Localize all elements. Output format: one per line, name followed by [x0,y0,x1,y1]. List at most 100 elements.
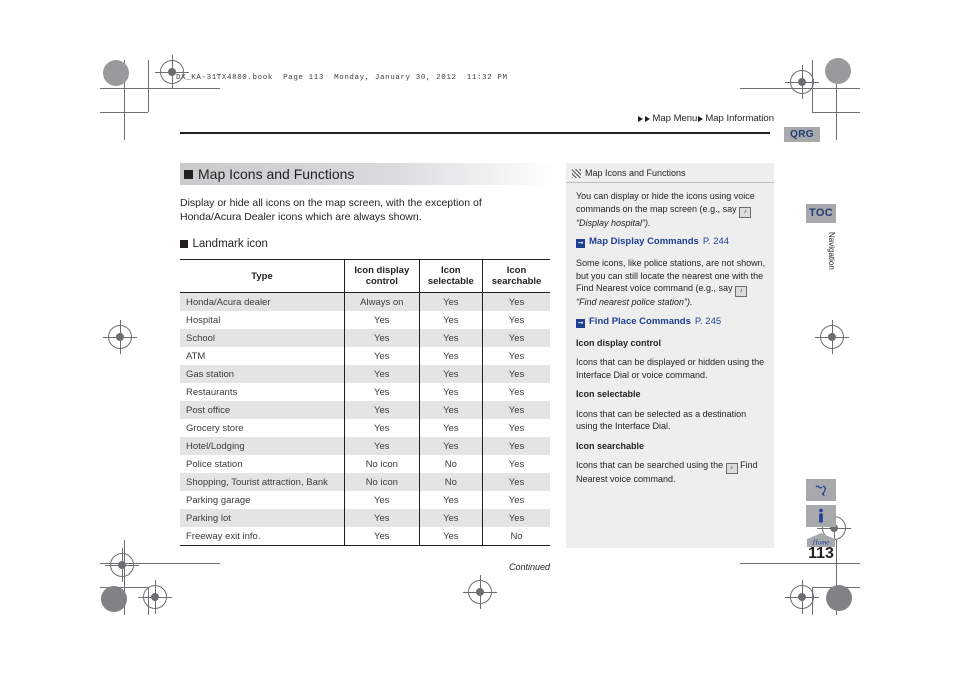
breadcrumb-item-map-information: Map Information [705,113,774,124]
square-bullet-icon [180,240,188,248]
link-page-ref: P. 245 [694,315,722,327]
column-header-type: Type [180,259,345,293]
subsection-heading-label: Landmark icon [192,238,268,250]
table-row: School Yes Yes Yes [180,329,550,347]
table-cell-value: Yes [508,386,525,398]
column-header-icon-display-control: Icon display control [344,259,420,293]
crop-mark-line [148,60,149,112]
table-cell-value: Yes [508,296,525,308]
table-cell-type: Freeway exit info. [180,527,345,546]
info-sidebar-title: Map Icons and Functions [585,168,686,178]
info-paragraph-1: You can display or hide the icons using … [576,190,766,229]
continued-label: Continued [508,562,550,572]
table-row: Hospital Yes Yes Yes [180,311,550,329]
crop-mark-line [100,88,220,89]
info-sidebar: Map Icons and Functions You can display … [566,163,774,548]
table-cell-value: Yes [508,368,525,380]
info-body-icon-selectable: Icons that can be selected as a destinat… [576,408,747,432]
voice-command-inline-icon: ♪ [739,206,752,218]
table-cell-type: Restaurants [180,383,345,401]
table-row: Parking garage Yes Yes Yes [180,491,550,509]
main-content: Map Icons and Functions Display or hide … [180,163,555,572]
section-title-bar: Map Icons and Functions [180,163,555,185]
table-cell-value: Yes [344,365,420,383]
table-cell-value: No [482,527,550,546]
link-label: Map Display Commands [589,236,699,247]
info-sidebar-body: You can display or hide the icons using … [566,183,774,486]
table-header-row: Type Icon display control Icon selectable … [180,259,550,293]
table-cell-type: Post office [180,401,345,419]
table-cell-value: Yes [508,476,525,488]
table-row: Parking lot Yes Yes Yes [180,509,550,527]
info-paragraph-2: Some icons, like police stations, are no… [576,257,766,309]
table-cell-value: Yes [419,419,484,437]
info-body-icon-display-control: Icons that can be displayed or hidden us… [576,357,765,380]
info-heading-icon-searchable: Icon searchable [576,440,645,451]
color-calibration-dot [103,60,129,86]
section-label-navigation: Navigation [827,232,836,270]
print-file-header: DX_KA-31TX4800.book Page 113 Monday, Jan… [176,74,508,82]
table-cell-value: Yes [419,292,484,311]
table-cell-value: Yes [419,401,484,419]
table-row: Hotel/Lodging Yes Yes Yes [180,437,550,455]
table-cell-value: Yes [508,332,525,344]
registration-mark [103,320,137,354]
intro-paragraph: Display or hide all icons on the map scr… [180,197,482,223]
table-cell-value: Yes [344,329,420,347]
color-calibration-dot [825,58,851,84]
table-row: Shopping, Tourist attraction, Bank No ico… [180,473,550,491]
table-row: Post office Yes Yes Yes [180,401,550,419]
table-cell-value: Yes [508,440,525,452]
column-header-icon-searchable: Icon searchable [482,259,550,293]
table-row: Restaurants Yes Yes Yes [180,383,550,401]
table-cell-value: Yes [508,512,525,524]
registration-mark [785,65,819,99]
page-number: 113 [808,545,834,562]
table-cell-value: Always on [344,292,420,311]
table-cell-type: School [180,329,345,347]
registration-mark [105,548,139,582]
table-cell-value: Yes [419,437,484,455]
table-cell-value: Yes [508,350,525,362]
info-heading-icon-selectable: Icon selectable [576,389,641,399]
link-label: Find Place Commands [589,315,691,327]
table-cell-value: Yes [508,422,525,434]
tab-qrg[interactable]: QRG [784,127,820,142]
table-cell-value: Yes [344,509,420,527]
link-arrow-icon: ➞ [576,318,585,328]
table-cell-type: ATM [180,347,345,365]
table-cell-type: Hospital [180,311,345,329]
voice-command-inline-icon: ♪ [735,286,748,297]
cross-reference-link-map-display-commands[interactable]: ➞ Map Display Commands P. 244 [576,236,766,248]
table-cell-value: Yes [508,314,525,326]
table-row: Honda/Acura dealer Always on Yes Yes [180,292,550,311]
table-cell-value: Yes [344,437,420,455]
table-cell-value: Yes [344,527,420,546]
table-cell-value: Yes [344,491,420,509]
table-cell-value: No icon [344,473,420,491]
table-cell-value: No [419,455,484,473]
square-bullet-icon [184,169,193,179]
table-cell-value: Yes [419,383,484,401]
voice-command-icon[interactable] [806,479,836,501]
registration-mark [815,320,849,354]
table-cell-value: Yes [419,365,484,383]
table-row: Freeway exit info. Yes Yes No [180,527,550,546]
table-cell-value: Yes [344,419,420,437]
breadcrumb-arrow-icon [698,115,704,122]
crop-mark-line [740,563,860,564]
table-cell-value: No icon [344,455,420,473]
info-body-icon-searchable: Icons that can be searched using the ♪ F… [576,459,766,486]
table-row: Gas station Yes Yes Yes [180,365,550,383]
cross-reference-link-find-place-commands[interactable]: ➞ Find Place Commands P. 245 [576,315,766,328]
registration-mark [785,580,819,614]
breadcrumb-arrow-icon [645,115,651,122]
tab-toc[interactable]: TOC [806,204,836,223]
info-icon[interactable] [806,505,836,527]
table-cell-value: Yes [344,383,420,401]
table-cell-type: Gas station [180,365,345,383]
table-cell-value: Yes [508,458,525,470]
table-cell-value: Yes [344,401,420,419]
table-cell-value: Yes [419,311,484,329]
table-cell-value: Yes [419,329,484,347]
